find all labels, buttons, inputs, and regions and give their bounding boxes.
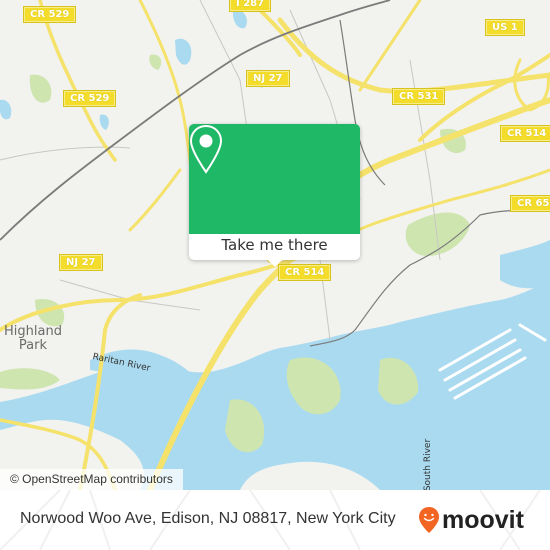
road-shield: I 287	[228, 0, 272, 12]
road-shield: NJ 27	[59, 254, 103, 271]
moovit-logo[interactable]: moovit	[418, 506, 524, 534]
location-pin-icon	[189, 124, 223, 174]
map-view[interactable]: CR 529 CR 529 I 287 NJ 27 US 1 CR 531 CR…	[0, 0, 550, 490]
map-attribution[interactable]: © OpenStreetMap contributors	[0, 469, 183, 490]
road-shield: CR 514	[277, 264, 332, 281]
road-shield: US 1	[485, 19, 525, 36]
road-shield: CR 656	[509, 195, 550, 212]
road-shield: CR 529	[62, 90, 117, 107]
road-shield: CR 514	[499, 125, 550, 142]
take-me-there-button[interactable]: Take me there	[189, 234, 360, 260]
place-label: Highland Park	[4, 324, 62, 353]
footer-bar: Norwood Woo Ave, Edison, NJ 08817, New Y…	[0, 490, 550, 550]
road-shield: CR 531	[391, 88, 446, 105]
popup-header	[189, 124, 360, 234]
road-shield: NJ 27	[246, 70, 290, 87]
moovit-pin-icon	[419, 507, 439, 533]
place-label-highland-park: Highland Park	[4, 325, 62, 353]
moovit-wordmark: moovit	[442, 506, 524, 534]
river-label-south: South River	[423, 438, 434, 490]
destination-popup: Take me there	[189, 124, 360, 267]
address-text: Norwood Woo Ave, Edison, NJ 08817, New Y…	[20, 510, 396, 527]
popup-pointer	[266, 258, 284, 267]
road-shield: CR 529	[22, 6, 77, 23]
